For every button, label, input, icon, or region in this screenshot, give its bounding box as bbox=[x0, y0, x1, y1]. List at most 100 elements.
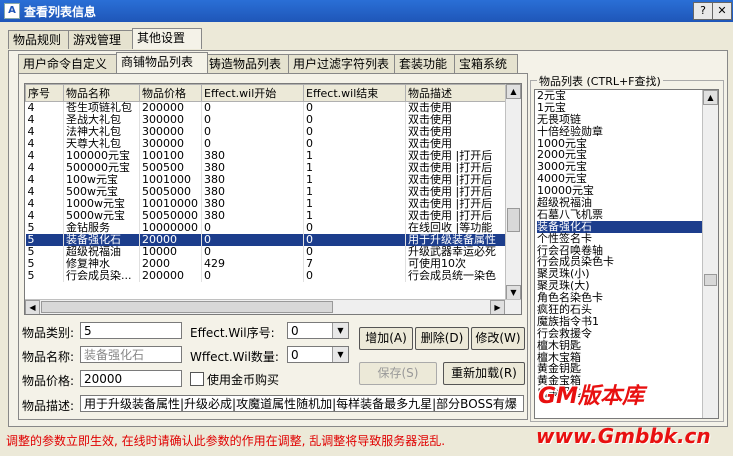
table-row[interactable]: 4 圣战大礼包 300000 0 0 双击使用 bbox=[25, 114, 506, 126]
table-cell: 4 bbox=[25, 150, 64, 162]
table-cell: 双击使用 bbox=[405, 101, 506, 114]
grid-vertical-scrollbar[interactable]: ▲ ▼ bbox=[505, 84, 521, 314]
close-button[interactable]: ✕ bbox=[712, 2, 732, 20]
table-cell: 1 bbox=[303, 198, 406, 210]
table-row[interactable]: 4 500000元宝 500500 380 1 双击使用 |打开后 bbox=[25, 162, 506, 174]
effect-count-combo[interactable]: 0 ▼ bbox=[287, 346, 349, 363]
table-cell: 4 bbox=[25, 174, 64, 186]
title-bar: A 查看列表信息 ? ✕ bbox=[0, 0, 733, 22]
tab-item-rules[interactable]: 物品规则 bbox=[8, 30, 72, 49]
list-item[interactable]: 石墓八飞机票 bbox=[537, 208, 702, 221]
grid-column-header[interactable]: 物品描述 bbox=[405, 84, 506, 102]
category-input[interactable]: 5 bbox=[80, 322, 182, 339]
tab-forge-items[interactable]: 铸造物品列表 bbox=[204, 54, 292, 73]
grid-column-header[interactable]: 序号 bbox=[25, 84, 64, 102]
tab-shop-items[interactable]: 商铺物品列表 bbox=[116, 52, 208, 73]
effect-index-combo[interactable]: 0 ▼ bbox=[287, 322, 349, 339]
grid-column-header[interactable]: 物品价格 bbox=[139, 84, 202, 102]
table-row[interactable]: 4 100w元宝 1001000 380 1 双击使用 |打开后 bbox=[25, 174, 506, 186]
table-cell: 500000元宝 bbox=[63, 162, 140, 174]
window-title: 查看列表信息 bbox=[24, 5, 97, 19]
table-cell: 0 bbox=[201, 101, 304, 114]
edit-button[interactable]: 修改(W) bbox=[471, 327, 525, 350]
table-row[interactable]: 4 天尊大礼包 300000 0 0 双击使用 bbox=[25, 138, 506, 150]
table-cell: 0 bbox=[303, 222, 406, 234]
tab-chest-system[interactable]: 宝箱系统 bbox=[454, 54, 518, 73]
table-row[interactable]: 4 5000w元宝 50050000 380 1 双击使用 |打开后 bbox=[25, 210, 506, 222]
tab-other-settings[interactable]: 其他设置 bbox=[132, 28, 202, 49]
table-cell: 4 bbox=[25, 101, 64, 114]
scroll-up-arrow-icon[interactable]: ▲ bbox=[506, 84, 521, 99]
table-row[interactable]: 4 法神大礼包 300000 0 0 双击使用 bbox=[25, 126, 506, 138]
table-cell: 0 bbox=[201, 138, 304, 150]
table-row[interactable]: 4 100000元宝 100100 380 1 双击使用 |打开后 bbox=[25, 150, 506, 162]
table-row[interactable]: 5 金钻服务 10000000 0 0 在线回收 |等功能 bbox=[25, 222, 506, 234]
name-input[interactable]: 装备强化石 bbox=[80, 346, 182, 363]
list-item[interactable]: 个性签名卡 bbox=[537, 232, 702, 245]
add-button[interactable]: 增加(A) bbox=[359, 327, 413, 350]
table-cell: 用于升级装备属性 bbox=[405, 234, 506, 246]
scroll-down-arrow-icon[interactable]: ▼ bbox=[506, 285, 521, 300]
table-row[interactable]: 5 行会成员染... 200000 0 0 行会成员统一染色 bbox=[25, 270, 506, 282]
table-cell: 升级武器幸运必死 bbox=[405, 246, 506, 258]
table-row[interactable]: 5 超级祝福油 10000 0 0 升级武器幸运必死 bbox=[25, 246, 506, 258]
list-item[interactable]: 十倍经验勋章 bbox=[537, 125, 702, 138]
table-cell: 4 bbox=[25, 162, 64, 174]
list-item[interactable]: 行会救援令 bbox=[537, 327, 702, 340]
desc-input[interactable]: 用于升级装备属性|升级必成|攻魔道属性随机加|每样装备最多九星|部分BOSS有爆 bbox=[80, 395, 524, 412]
table-row[interactable]: 5 修复神水 2000 429 7 可使用10次 bbox=[25, 258, 506, 270]
grid-scroll-thumb[interactable] bbox=[507, 208, 520, 232]
list-vertical-scrollbar[interactable]: ▲ bbox=[702, 90, 718, 418]
table-cell: 0 bbox=[303, 126, 406, 138]
table-cell: 5005000 bbox=[139, 186, 202, 198]
price-input[interactable]: 20000 bbox=[80, 370, 182, 387]
table-cell: 4 bbox=[25, 210, 64, 222]
grid-hscroll-thumb[interactable] bbox=[41, 301, 333, 313]
table-row[interactable]: 4 1000w元宝 10010000 380 1 双击使用 |打开后 bbox=[25, 198, 506, 210]
table-cell: 0 bbox=[303, 234, 406, 246]
table-cell: 超级祝福油 bbox=[63, 246, 140, 258]
table-row[interactable]: 4 苍生项链礼包 200000 0 0 双击使用 bbox=[25, 101, 506, 114]
table-cell: 500500 bbox=[139, 162, 202, 174]
list-scroll-thumb[interactable] bbox=[704, 274, 717, 286]
tab-filter-chars[interactable]: 用户过滤字符列表 bbox=[288, 54, 398, 73]
watermark-url-text: www.Gmbbk.cn bbox=[536, 424, 711, 448]
table-row[interactable]: 4 500w元宝 5005000 380 1 双击使用 |打开后 bbox=[25, 186, 506, 198]
save-button[interactable]: 保存(S) bbox=[359, 362, 437, 385]
list-item[interactable]: 无畏项链 bbox=[537, 113, 702, 126]
grid-column-header[interactable]: 物品名称 bbox=[63, 84, 140, 102]
chevron-down-icon[interactable]: ▼ bbox=[332, 347, 348, 362]
tab-game-management[interactable]: 游戏管理 bbox=[68, 30, 136, 49]
use-gold-checkbox[interactable] bbox=[190, 372, 204, 386]
grid-column-header[interactable]: Effect.wil开始 bbox=[201, 84, 304, 102]
scroll-right-arrow-icon[interactable]: ▶ bbox=[490, 300, 505, 314]
tab-user-commands[interactable]: 用户命令自定义 bbox=[18, 54, 118, 73]
effect-index-value: 0 bbox=[291, 324, 299, 338]
help-button[interactable]: ? bbox=[693, 2, 713, 20]
table-cell: 0 bbox=[303, 246, 406, 258]
item-listbox[interactable]: 2元宝 1元宝 无畏项链 十倍经验勋章 1000元宝 2000元宝 3000元宝 4000元宝… bbox=[534, 89, 719, 419]
shop-item-grid[interactable]: 序号 物品名称 物品价格 Effect.wil开始 Effect.wil结束 物品描述 4… bbox=[24, 83, 522, 315]
item-list-items: 2元宝 1元宝 无畏项链 十倍经验勋章 1000元宝 2000元宝 3000元宝 4000元宝… bbox=[537, 90, 702, 399]
table-cell: 300000 bbox=[139, 138, 202, 150]
watermark-top-text: GM版本库 bbox=[538, 384, 644, 409]
list-item[interactable]: 装备强化石 bbox=[537, 220, 702, 233]
table-row[interactable]: 5 装备强化石 20000 0 0 用于升级装备属性 bbox=[25, 234, 506, 246]
list-item[interactable]: 1元宝 bbox=[537, 101, 702, 114]
table-cell: 行会成员染... bbox=[63, 270, 140, 282]
table-cell: 20000 bbox=[139, 234, 202, 246]
scroll-up-arrow-icon[interactable]: ▲ bbox=[703, 90, 718, 105]
table-cell: 0 bbox=[201, 222, 304, 234]
table-cell: 1001000 bbox=[139, 174, 202, 186]
table-cell: 0 bbox=[201, 270, 304, 282]
delete-button[interactable]: 删除(D) bbox=[415, 327, 469, 350]
reload-button[interactable]: 重新加载(R) bbox=[443, 362, 525, 385]
scroll-left-arrow-icon[interactable]: ◀ bbox=[25, 300, 40, 314]
table-cell: 苍生项链礼包 bbox=[63, 101, 140, 114]
tab-set-function[interactable]: 套装功能 bbox=[394, 54, 458, 73]
chevron-down-icon[interactable]: ▼ bbox=[332, 323, 348, 338]
table-cell: 5 bbox=[25, 234, 64, 246]
list-item[interactable]: 檀木钥匙 bbox=[537, 339, 702, 352]
grid-horizontal-scrollbar[interactable]: ◀ ▶ bbox=[25, 299, 521, 314]
grid-column-header[interactable]: Effect.wil结束 bbox=[303, 84, 406, 102]
